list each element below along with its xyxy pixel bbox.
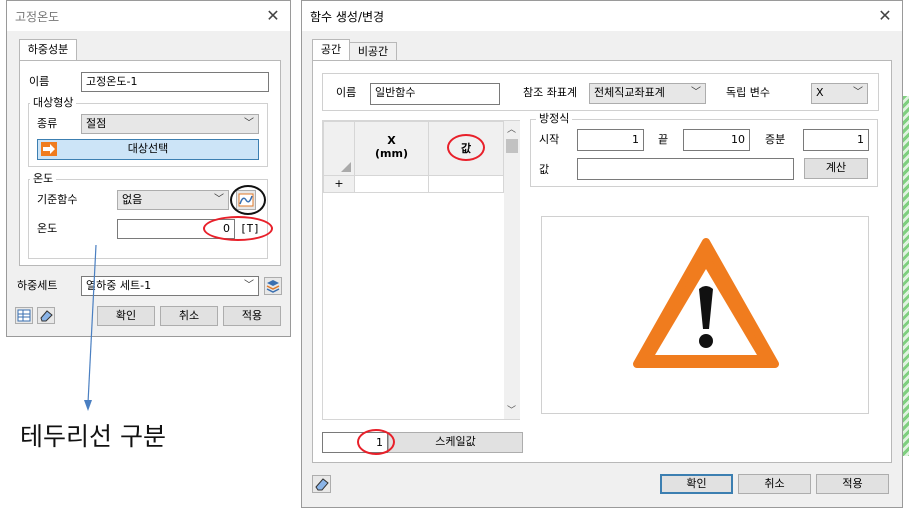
base-function-value: 없음 [122,193,143,206]
end-input[interactable]: 10 [683,129,750,151]
table-view-button[interactable] [15,307,33,324]
ok-button[interactable]: 확인 [660,474,733,494]
cancel-button[interactable]: 취소 [160,306,218,326]
tab-spatial[interactable]: 공간 [312,39,350,61]
kind-label: 종류 [37,117,58,130]
ref-coord-select[interactable]: 전체직교좌표계 ﹀ [589,83,706,104]
function-name-input[interactable]: 일반함수 [370,83,500,105]
annotation-text: 테두리선 구분 [20,422,166,451]
base-function-label: 기준함수 [37,193,78,206]
dialog-title: 고정온도 [15,10,60,24]
scale-button[interactable]: 스케일값 [388,432,523,453]
calculate-button[interactable]: 계산 [804,158,868,179]
cancel-button[interactable]: 취소 [738,474,811,494]
tab-label: 공간 [320,43,342,56]
name-label: 이름 [29,75,50,88]
ref-coord-label: 참조 좌표계 [523,86,578,99]
eraser-icon [315,478,329,491]
apply-button[interactable]: 적용 [816,474,889,494]
warning-icon [633,238,779,368]
column-x-unit: (mm) [375,147,408,160]
graph-preview [541,216,869,414]
layers-icon [266,280,280,293]
chevron-down-icon: ﹀ [853,87,863,98]
ref-coord-value: 전체직교좌표계 [594,86,665,99]
eraser-button[interactable] [312,475,331,493]
background-app-edge [903,96,909,456]
data-table: X (mm) 값 + ︿ ﹀ [322,120,520,420]
value-label: 값 [539,163,550,176]
annotation-arrow [84,245,97,411]
tab-label: 하중성분 [27,43,69,56]
column-header-x[interactable]: X (mm) [354,121,429,176]
temperature-legend: 온도 [30,172,57,185]
target-shape-legend: 대상형상 [30,96,77,109]
base-function-select[interactable]: 없음 ﹀ [117,190,229,210]
fixed-temperature-dialog: 고정온도 ✕ 하중성분 이름 고정온도-1 대상형상 종류 절점 ﹀ 대상선택 … [6,0,291,337]
title-bar: 고정온도 ✕ [7,1,290,31]
increment-input[interactable]: 1 [803,129,869,151]
scrollbar-thumb[interactable] [506,139,518,153]
apply-button[interactable]: 적용 [223,306,281,326]
select-target-button[interactable]: 대상선택 [37,139,259,160]
chevron-down-icon: ﹀ [244,280,254,291]
tab-non-spatial[interactable]: 비공간 [349,42,397,61]
start-input[interactable]: 1 [577,129,644,151]
indep-var-select[interactable]: X ﹀ [811,83,868,104]
chevron-up-icon[interactable]: ︿ [507,122,516,135]
table-scrollbar[interactable]: ︿ ﹀ [504,121,520,419]
kind-select-value: 절점 [86,117,107,130]
indep-var-label: 독립 변수 [726,86,770,99]
chevron-down-icon: ﹀ [691,87,701,98]
chevron-down-icon: ﹀ [214,194,224,205]
tab-load-component[interactable]: 하중성분 [19,39,77,61]
close-icon[interactable]: ✕ [262,5,284,27]
equation-legend: 방정식 [536,112,573,125]
kind-select[interactable]: 절점 ﹀ [81,114,259,134]
eraser-button[interactable] [37,307,55,324]
arrow-right-icon [41,142,57,156]
load-set-label: 하중세트 [17,279,58,292]
temperature-label: 온도 [37,222,58,235]
indep-var-value: X [816,86,824,99]
start-label: 시작 [539,133,560,146]
tab-label: 비공간 [357,45,389,58]
dialog-title: 함수 생성/변경 [310,10,385,24]
chevron-down-icon[interactable]: ﹀ [507,403,516,416]
corner-triangle-icon [341,162,351,172]
close-icon[interactable]: ✕ [874,5,896,27]
eraser-icon [40,310,53,322]
table-corner[interactable] [323,121,355,176]
new-row-value-cell[interactable] [428,175,504,193]
table-icon [17,309,31,322]
column-x-label: X [387,134,396,147]
highlight-ellipse [230,185,266,215]
new-row-x-cell[interactable] [354,175,429,193]
name-input[interactable]: 고정온도-1 [81,72,269,92]
highlight-ellipse [357,429,395,455]
select-target-label: 대상선택 [127,142,169,155]
increment-label: 증분 [765,133,786,146]
load-set-manager-button[interactable] [264,277,282,295]
highlight-ellipse [447,134,485,161]
end-label: 끝 [658,133,669,146]
function-create-edit-dialog: 함수 생성/변경 ✕ 공간 비공간 이름 일반함수 참조 좌표계 전체직교좌표계… [301,0,903,508]
add-row-button[interactable]: + [323,175,355,193]
title-bar: 함수 생성/변경 ✕ [302,1,902,31]
chevron-down-icon: ﹀ [244,118,254,129]
highlight-ellipse [203,216,273,241]
equation-value-input[interactable] [577,158,794,180]
name-label: 이름 [336,86,357,99]
